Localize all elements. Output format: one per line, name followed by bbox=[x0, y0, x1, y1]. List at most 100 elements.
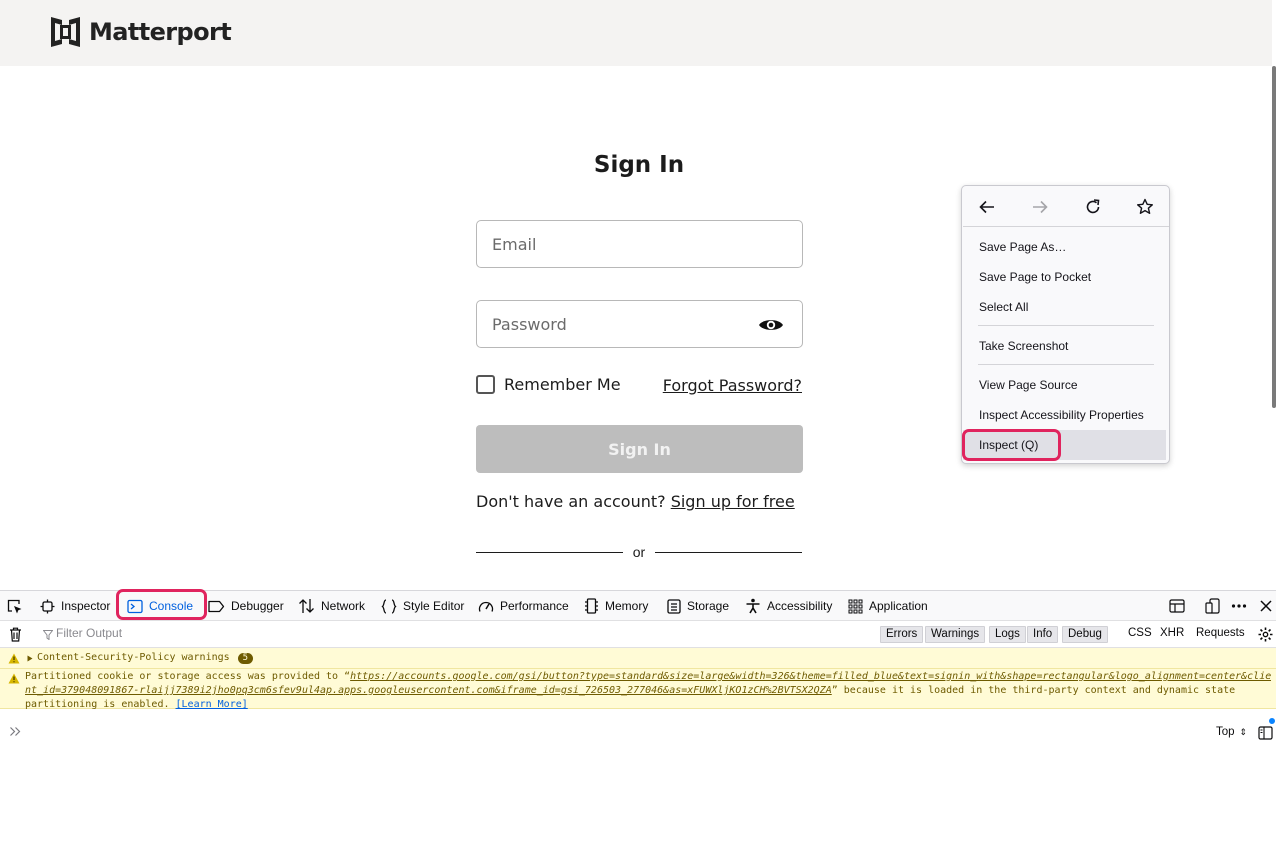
style-editor-icon bbox=[381, 598, 397, 614]
matterport-logo-icon bbox=[51, 17, 80, 47]
warning-suffix: ” because it is loaded in the third-part… bbox=[831, 685, 1236, 696]
tab-label: Storage bbox=[687, 599, 730, 613]
show-password-eye-icon[interactable] bbox=[758, 317, 784, 333]
filter-requests-button[interactable]: Requests bbox=[1196, 627, 1245, 639]
expand-triangle-icon[interactable] bbox=[27, 655, 33, 662]
debugger-icon bbox=[208, 600, 225, 612]
bookmark-star-icon[interactable] bbox=[1135, 197, 1155, 217]
warning-url-link[interactable]: https://accounts.google.com/gsi/button?t… bbox=[350, 671, 1271, 682]
tab-network[interactable]: Network bbox=[298, 591, 365, 621]
filter-info-button[interactable]: Info bbox=[1027, 626, 1059, 643]
back-arrow-icon[interactable] bbox=[977, 197, 997, 217]
tab-accessibility[interactable]: Accessibility bbox=[745, 591, 832, 621]
tab-performance[interactable]: Performance bbox=[478, 591, 569, 621]
warning-line-1: Partitioned cookie or storage access was… bbox=[25, 670, 1271, 684]
no-account-text: Don't have an account? bbox=[476, 492, 671, 511]
tab-label: Inspector bbox=[61, 599, 111, 613]
page-title: Sign In bbox=[593, 152, 685, 178]
remember-me-checkbox[interactable] bbox=[476, 375, 495, 394]
sidebar-toggle-icon[interactable] bbox=[1258, 726, 1273, 740]
tab-label: Console bbox=[149, 599, 194, 613]
forgot-password-link[interactable]: Forgot Password? bbox=[663, 376, 802, 395]
warning-line-3-text: partitioning is enabled. bbox=[25, 699, 176, 710]
tab-storage[interactable]: Storage bbox=[667, 591, 729, 621]
context-menu-separator bbox=[978, 364, 1154, 365]
filter-output-input[interactable] bbox=[56, 626, 356, 640]
warning-url-link-cont[interactable]: nt_id=379048091867-rlaijj7389i2jho0pq3cm… bbox=[25, 685, 832, 696]
more-options-icon[interactable] bbox=[1231, 598, 1247, 614]
application-icon bbox=[848, 599, 863, 613]
remember-me[interactable]: Remember Me bbox=[476, 375, 621, 394]
context-menu-separator bbox=[963, 226, 1169, 227]
password-input[interactable] bbox=[477, 301, 737, 347]
csp-warnings-group[interactable]: Content-Security-Policy warnings 5 bbox=[0, 648, 1276, 669]
context-selector[interactable]: Top ⇕ bbox=[1216, 726, 1247, 738]
tab-style-editor[interactable]: Style Editor bbox=[381, 591, 464, 621]
menu-item-inspect-accessibility[interactable]: Inspect Accessibility Properties bbox=[963, 401, 1166, 429]
divider-line-right bbox=[655, 552, 802, 553]
password-field-container bbox=[476, 300, 803, 348]
element-picker-icon[interactable] bbox=[6, 598, 23, 615]
memory-icon bbox=[585, 598, 598, 614]
csp-group-label: Content-Security-Policy warnings bbox=[37, 652, 230, 663]
menu-item-select-all[interactable]: Select All bbox=[963, 293, 1166, 321]
sign-in-button[interactable]: Sign In bbox=[476, 425, 803, 473]
responsive-design-icon[interactable] bbox=[1205, 598, 1221, 614]
tab-label: Application bbox=[869, 599, 928, 613]
menu-item-view-page-source[interactable]: View Page Source bbox=[963, 371, 1166, 399]
email-input[interactable] bbox=[477, 221, 737, 267]
tab-label: Memory bbox=[605, 599, 649, 613]
menu-item-inspect[interactable]: Inspect (Q) bbox=[963, 430, 1166, 460]
or-divider: or bbox=[476, 544, 802, 560]
tab-label: Performance bbox=[500, 599, 569, 613]
context-selector-label: Top bbox=[1216, 726, 1235, 738]
close-icon[interactable] bbox=[1258, 598, 1274, 614]
gear-icon[interactable] bbox=[1258, 627, 1273, 642]
devtools-panel: Inspector Console Debugger Network Style… bbox=[0, 589, 1276, 841]
matterport-logo[interactable]: Matterport bbox=[51, 16, 232, 48]
context-menu-separator bbox=[978, 325, 1154, 326]
network-icon bbox=[299, 599, 314, 613]
tab-inspector[interactable]: Inspector bbox=[40, 591, 110, 621]
filter-warnings-button[interactable]: Warnings bbox=[925, 626, 986, 643]
filter-xhr-button[interactable]: XHR bbox=[1160, 627, 1184, 639]
sign-up-link[interactable]: Sign up for free bbox=[671, 492, 795, 511]
console-prompt-icon bbox=[10, 727, 21, 736]
console-input-row[interactable]: Top ⇕ bbox=[0, 718, 1276, 743]
filter-css-button[interactable]: CSS bbox=[1128, 627, 1152, 639]
split-console-icon[interactable] bbox=[1169, 598, 1185, 614]
filter-logs-button[interactable]: Logs bbox=[989, 626, 1026, 643]
filter-errors-button[interactable]: Errors bbox=[880, 626, 924, 643]
tab-application[interactable]: Application bbox=[848, 591, 928, 621]
context-menu-nav bbox=[962, 186, 1169, 226]
menu-item-take-screenshot[interactable]: Take Screenshot bbox=[963, 332, 1166, 360]
menu-item-save-page-as[interactable]: Save Page As… bbox=[963, 233, 1166, 261]
warning-line-2: nt_id=379048091867-rlaijj7389i2jho0pq3cm… bbox=[25, 684, 1271, 698]
accessibility-icon bbox=[746, 598, 760, 614]
warning-line-3: partitioning is enabled. [Learn More] bbox=[25, 698, 248, 712]
forward-arrow-icon[interactable] bbox=[1030, 197, 1050, 217]
warning-icon bbox=[8, 653, 20, 664]
tab-memory[interactable]: Memory bbox=[584, 591, 648, 621]
logo-text: Matterport bbox=[89, 18, 232, 46]
inspector-icon bbox=[40, 599, 55, 613]
tab-label: Debugger bbox=[231, 599, 284, 613]
page-scrollbar[interactable] bbox=[1272, 66, 1276, 408]
tab-debugger[interactable]: Debugger bbox=[208, 591, 284, 621]
tab-console[interactable]: Console bbox=[127, 591, 193, 621]
learn-more-link[interactable]: [Learn More] bbox=[176, 699, 248, 710]
menu-item-save-to-pocket[interactable]: Save Page to Pocket bbox=[963, 263, 1166, 291]
tab-label: Accessibility bbox=[767, 599, 833, 613]
reload-icon[interactable] bbox=[1083, 197, 1103, 217]
filter-icon bbox=[43, 630, 53, 640]
site-header: Matterport bbox=[0, 0, 1272, 66]
console-filter-bar: Errors Warnings Logs Info Debug CSS XHR … bbox=[0, 621, 1276, 648]
storage-icon bbox=[667, 598, 681, 614]
filter-debug-button[interactable]: Debug bbox=[1062, 626, 1108, 643]
tab-label: Network bbox=[321, 599, 366, 613]
console-icon bbox=[127, 599, 143, 613]
remember-me-label: Remember Me bbox=[504, 375, 621, 394]
csp-warnings-text: Content-Security-Policy warnings 5 bbox=[37, 652, 254, 664]
warning-prefix: Partitioned cookie or storage access was… bbox=[25, 671, 351, 682]
trash-icon[interactable] bbox=[9, 627, 22, 642]
